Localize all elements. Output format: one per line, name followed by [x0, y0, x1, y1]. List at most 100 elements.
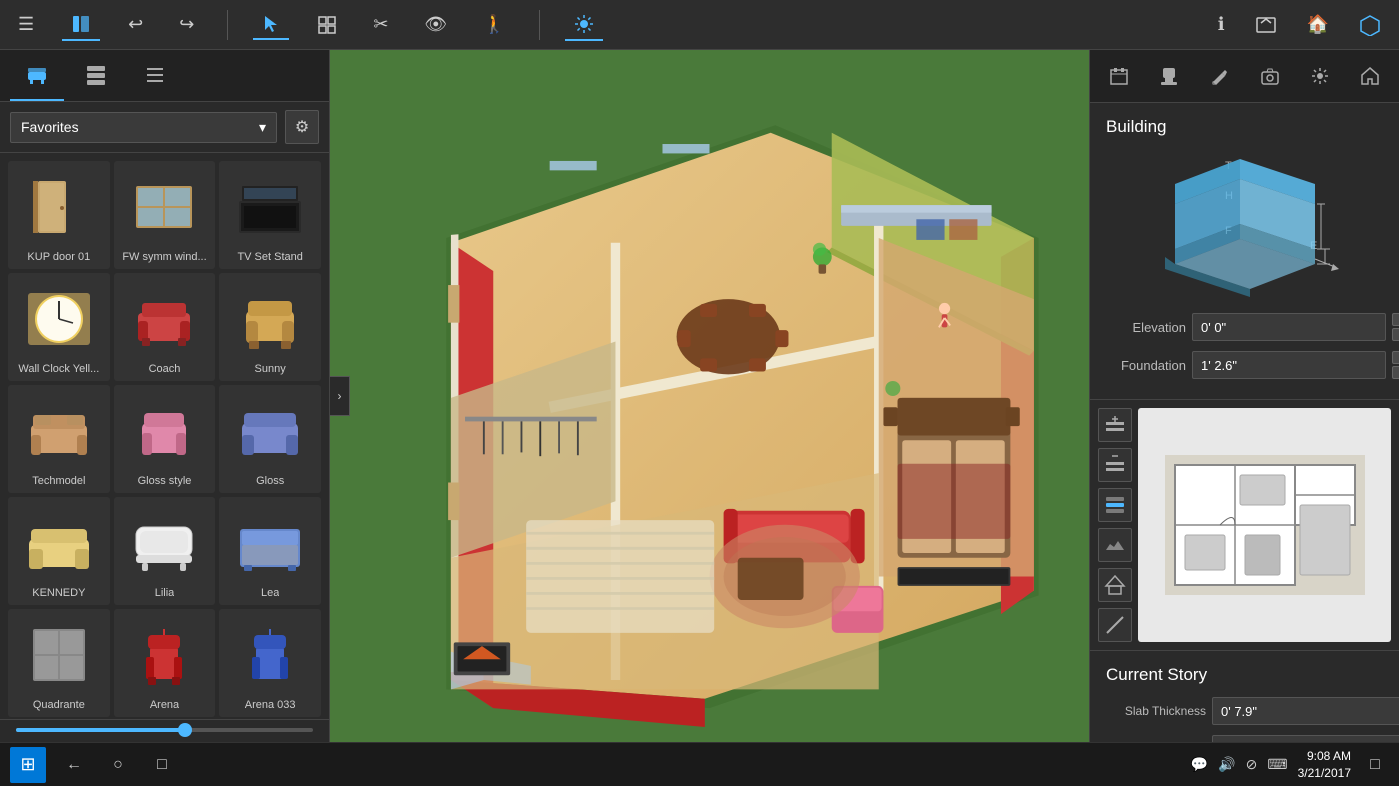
list-item[interactable]: KENNEDY	[8, 497, 110, 605]
remove-floor-icon[interactable]	[1098, 448, 1132, 482]
clock-time: 9:08 AM	[1298, 748, 1351, 765]
items-grid: KUP door 01 FW symm wind...	[0, 153, 329, 719]
item-label: Techmodel	[32, 475, 85, 487]
list-item[interactable]: Quadrante	[8, 609, 110, 717]
list-item[interactable]: Gloss	[219, 385, 321, 493]
house-top-icon[interactable]: 🏠	[1299, 10, 1337, 39]
slider-thumb[interactable]	[178, 723, 192, 737]
slider-track[interactable]	[16, 728, 313, 732]
toolbar-separator-2	[539, 10, 540, 40]
item-image	[230, 167, 310, 247]
add-floor-icon[interactable]	[1098, 408, 1132, 442]
story-height-row: Story Height − +	[1106, 735, 1383, 742]
item-image	[19, 503, 99, 583]
slab-thickness-input[interactable]	[1212, 697, 1399, 725]
item-image	[230, 279, 310, 359]
menu-icon[interactable]: ☰	[10, 10, 42, 39]
list-item[interactable]: Coach	[114, 273, 216, 381]
list-tab[interactable]	[128, 56, 182, 101]
home-tool-icon[interactable]	[1347, 58, 1393, 94]
list-item[interactable]: Gloss style	[114, 385, 216, 493]
elevation-label: Elevation	[1106, 320, 1186, 335]
view3d-icon[interactable]	[1351, 10, 1389, 40]
item-image	[124, 503, 204, 583]
item-image	[230, 615, 310, 695]
volume-icon[interactable]: 🔊	[1218, 756, 1235, 773]
foundation-increase-btn[interactable]: +	[1392, 366, 1399, 379]
roof-icon[interactable]	[1098, 568, 1132, 602]
item-image	[19, 279, 99, 359]
select-icon[interactable]	[253, 10, 289, 40]
list-item[interactable]: TV Set Stand	[219, 161, 321, 269]
terrain-icon[interactable]	[1098, 528, 1132, 562]
floorplan-svg	[330, 50, 1089, 742]
elevation-decrease-btn[interactable]: −	[1392, 313, 1399, 326]
item-label: Sunny	[255, 363, 286, 375]
library-icon[interactable]	[62, 9, 100, 41]
camera-tool-icon[interactable]	[1247, 58, 1293, 94]
item-image	[124, 167, 204, 247]
item-image	[19, 391, 99, 471]
item-label: KENNEDY	[32, 587, 85, 599]
building-3d-preview: T H F E	[1106, 149, 1383, 299]
start-button[interactable]: ⊞	[10, 747, 46, 783]
building-edit-icon[interactable]	[1096, 58, 1142, 94]
list-item[interactable]: Arena 033	[219, 609, 321, 717]
list-item[interactable]: Sunny	[219, 273, 321, 381]
floor-list-icon[interactable]	[1098, 488, 1132, 522]
list-item[interactable]: Wall Clock Yell...	[8, 273, 110, 381]
elevation-input[interactable]	[1192, 313, 1386, 341]
undo-icon[interactable]: ↩	[120, 10, 151, 39]
clock-date: 3/21/2017	[1298, 765, 1351, 782]
item-label: Lea	[261, 587, 279, 599]
export-icon[interactable]	[1247, 10, 1285, 40]
ruler-icon[interactable]	[1098, 608, 1132, 642]
item-label: Wall Clock Yell...	[18, 363, 99, 375]
building-section: Building T H F E	[1090, 103, 1399, 400]
collapse-panel-button[interactable]: ›	[330, 376, 350, 416]
item-label: Arena 033	[245, 699, 296, 711]
network-icon[interactable]: ⊘	[1246, 756, 1258, 773]
item-label: TV Set Stand	[237, 251, 302, 263]
info-icon[interactable]: ℹ	[1210, 10, 1233, 39]
eye-icon[interactable]: 👁	[416, 10, 455, 39]
scissors-icon[interactable]: ✂	[365, 10, 396, 39]
item-label: Arena	[150, 699, 179, 711]
furniture-tab[interactable]	[10, 56, 64, 101]
left-panel: Favorites ▾ ⚙ KUP door 01	[0, 50, 330, 742]
floor-icons	[1098, 408, 1132, 642]
floor-tools-area	[1090, 400, 1399, 651]
chat-icon[interactable]: 💬	[1191, 756, 1208, 773]
sun-render-icon[interactable]	[565, 9, 603, 41]
layers-tab[interactable]	[69, 56, 123, 101]
chevron-down-icon: ▾	[259, 119, 266, 136]
search-button[interactable]: ○	[100, 747, 136, 783]
list-item[interactable]: Lilia	[114, 497, 216, 605]
list-item[interactable]: Arena	[114, 609, 216, 717]
group-icon[interactable]	[309, 11, 345, 39]
story-height-input[interactable]	[1212, 735, 1399, 742]
taskbar-right: 💬 🔊 ⊘ ⌨ 9:08 AM 3/21/2017 □	[1191, 748, 1389, 782]
list-item[interactable]: FW symm wind...	[114, 161, 216, 269]
settings-button[interactable]: ⚙	[285, 110, 319, 144]
paint-tool-icon[interactable]	[1196, 58, 1242, 94]
list-item[interactable]: Lea	[219, 497, 321, 605]
favorites-dropdown[interactable]: Favorites ▾	[10, 112, 277, 143]
list-item[interactable]: Techmodel	[8, 385, 110, 493]
floorplan-thumbnail[interactable]	[1138, 408, 1391, 642]
notification-button[interactable]: □	[1361, 751, 1389, 779]
elevation-increase-btn[interactable]: +	[1392, 328, 1399, 341]
design-canvas[interactable]: ›	[330, 50, 1089, 742]
foundation-input[interactable]	[1192, 351, 1386, 379]
keyboard-icon[interactable]: ⌨	[1267, 756, 1287, 773]
walk-icon[interactable]: 🚶	[475, 10, 513, 39]
item-label: Lilia	[155, 587, 175, 599]
multitask-button[interactable]: □	[144, 747, 180, 783]
stamp-tool-icon[interactable]	[1146, 58, 1192, 94]
sun-tool-icon[interactable]	[1297, 58, 1343, 94]
back-button[interactable]: ←	[56, 747, 92, 783]
item-image	[124, 615, 204, 695]
list-item[interactable]: KUP door 01	[8, 161, 110, 269]
foundation-decrease-btn[interactable]: −	[1392, 351, 1399, 364]
redo-icon[interactable]: ↪	[171, 10, 202, 39]
